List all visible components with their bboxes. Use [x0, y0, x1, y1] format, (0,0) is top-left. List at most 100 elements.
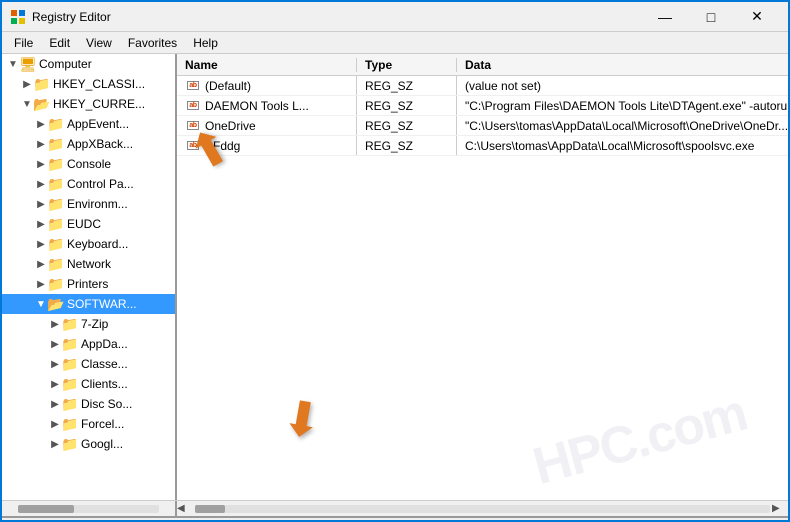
tree-item-googl[interactable]: ▶ 📁 Googl... — [2, 434, 175, 454]
expand-icon: ▶ — [34, 279, 48, 290]
row-data: "C:\Program Files\DAEMON Tools Lite\DTAg… — [457, 96, 788, 115]
window-title: Registry Editor — [32, 10, 642, 24]
right-scroll-right[interactable]: ◀ ▶ — [177, 501, 788, 516]
folder-icon: 📁 — [34, 76, 50, 92]
tree-label: HKEY_CLASSI... — [53, 77, 145, 91]
tree-item-printers[interactable]: ▶ 📁 Printers — [2, 274, 175, 294]
reg-value-icon: ab — [185, 100, 201, 112]
folder-icon: 📁 — [48, 196, 64, 212]
row-name: SFddg — [205, 139, 240, 153]
minimize-button[interactable]: — — [642, 2, 688, 32]
tree-item-hkey-curre[interactable]: ▼ 📂 HKEY_CURRE... — [2, 94, 175, 114]
menu-help[interactable]: Help — [185, 34, 226, 52]
folder-icon: 📁 — [48, 216, 64, 232]
tree-label: HKEY_CURRE... — [53, 97, 145, 111]
tree-item-environm[interactable]: ▶ 📁 Environm... — [2, 194, 175, 214]
row-data: "C:\Users\tomas\AppData\Local\Microsoft\… — [457, 116, 788, 135]
menu-bar: File Edit View Favorites Help — [2, 32, 788, 54]
tree-item-console[interactable]: ▶ 📁 Console — [2, 154, 175, 174]
tree-label: SOFTWAR... — [67, 297, 137, 311]
tree-label: Printers — [67, 277, 108, 291]
tree-item-appevent[interactable]: ▶ 📁 AppEvent... — [2, 114, 175, 134]
folder-icon: 🖥 — [20, 56, 36, 72]
tree-label: EUDC — [67, 217, 101, 231]
folder-icon: 📁 — [62, 416, 78, 432]
tree-item-appxback[interactable]: ▶ 📁 AppXBack... — [2, 134, 175, 154]
tree-item-forcel[interactable]: ▶ 📁 Forcel... — [2, 414, 175, 434]
row-data: (value not set) — [457, 76, 788, 95]
folder-icon: 📁 — [48, 256, 64, 272]
folder-icon: 📁 — [48, 276, 64, 292]
horizontal-scrollbar-area: ◀ ▶ — [2, 500, 788, 516]
tree-panel: ▼ 🖥 Computer ▶ 📁 HKEY_CLASSI... ▼ 📂 HKEY… — [2, 54, 177, 500]
expand-icon: ▶ — [48, 319, 62, 330]
tree-item-7zip[interactable]: ▶ 📁 7-Zip — [2, 314, 175, 334]
folder-icon: 📁 — [48, 116, 64, 132]
tree-item-eudc[interactable]: ▶ 📁 EUDC — [2, 214, 175, 234]
folder-icon: 📁 — [62, 316, 78, 332]
table-row[interactable]: ab (Default) REG_SZ (value not set) — [177, 76, 788, 96]
menu-file[interactable]: File — [6, 34, 41, 52]
close-button[interactable]: ✕ — [734, 2, 780, 32]
title-bar: Registry Editor — □ ✕ — [2, 2, 788, 32]
reg-value-icon: ab — [185, 80, 201, 92]
table-row[interactable]: ab DAEMON Tools L... REG_SZ "C:\Program … — [177, 96, 788, 116]
row-type: REG_SZ — [357, 116, 457, 135]
tree-item-keyboard[interactable]: ▶ 📁 Keyboard... — [2, 234, 175, 254]
tree-item-control-pa[interactable]: ▶ 📁 Control Pa... — [2, 174, 175, 194]
menu-edit[interactable]: Edit — [41, 34, 78, 52]
expand-icon: ▶ — [48, 439, 62, 450]
col-header-name: Name — [177, 58, 357, 72]
expand-icon: ▼ — [6, 59, 20, 70]
folder-icon: 📁 — [48, 136, 64, 152]
folder-icon: 📁 — [62, 396, 78, 412]
row-name: DAEMON Tools L... — [205, 99, 309, 113]
scroll-right-btn[interactable]: ▶ — [772, 503, 788, 514]
table-row[interactable]: ab SFddg REG_SZ C:\Users\tomas\AppData\L… — [177, 136, 788, 156]
table-header: Name Type Data — [177, 54, 788, 76]
scroll-left-btn[interactable]: ◀ — [177, 503, 193, 514]
expand-icon: ▶ — [48, 339, 62, 350]
menu-favorites[interactable]: Favorites — [120, 34, 185, 52]
expand-icon: ▶ — [48, 379, 62, 390]
expand-icon: ▶ — [34, 119, 48, 130]
maximize-button[interactable]: □ — [688, 2, 734, 32]
tree-item-disc-so[interactable]: ▶ 📁 Disc So... — [2, 394, 175, 414]
expand-icon: ▶ — [34, 139, 48, 150]
expand-icon: ▶ — [34, 199, 48, 210]
right-panel: Name Type Data ab (Default) REG_SZ (valu… — [177, 54, 788, 500]
expand-icon: ▼ — [34, 299, 48, 310]
tree-item-clients[interactable]: ▶ 📁 Clients... — [2, 374, 175, 394]
reg-value-icon: ab — [185, 140, 201, 152]
row-data: C:\Users\tomas\AppData\Local\Microsoft\s… — [457, 136, 788, 155]
folder-icon: 📁 — [48, 236, 64, 252]
expand-icon: ▼ — [20, 99, 34, 110]
tree-item-software[interactable]: ▼ 📂 SOFTWAR... — [2, 294, 175, 314]
main-container: ▼ 🖥 Computer ▶ 📁 HKEY_CLASSI... ▼ 📂 HKEY… — [2, 54, 788, 500]
tree-item-appda[interactable]: ▶ 📁 AppDa... — [2, 334, 175, 354]
tree-label: Forcel... — [81, 417, 124, 431]
tree-label: Clients... — [81, 377, 128, 391]
tree-scroll[interactable]: ▼ 🖥 Computer ▶ 📁 HKEY_CLASSI... ▼ 📂 HKEY… — [2, 54, 175, 500]
expand-icon: ▶ — [34, 239, 48, 250]
folder-icon: 📁 — [62, 356, 78, 372]
expand-icon: ▶ — [48, 359, 62, 370]
menu-view[interactable]: View — [78, 34, 120, 52]
tree-label: Console — [67, 157, 111, 171]
tree-label: 7-Zip — [81, 317, 108, 331]
expand-icon: ▶ — [34, 179, 48, 190]
tree-item-network[interactable]: ▶ 📁 Network — [2, 254, 175, 274]
table-row[interactable]: ab OneDrive REG_SZ "C:\Users\tomas\AppDa… — [177, 116, 788, 136]
tree-item-computer[interactable]: ▼ 🖥 Computer — [2, 54, 175, 74]
row-type: REG_SZ — [357, 96, 457, 115]
col-header-type: Type — [357, 58, 457, 72]
tree-label: Keyboard... — [67, 237, 128, 251]
expand-icon: ▶ — [48, 399, 62, 410]
tree-item-classe[interactable]: ▶ 📁 Classe... — [2, 354, 175, 374]
row-name: OneDrive — [205, 119, 256, 133]
folder-open-icon: 📂 — [34, 96, 50, 112]
folder-icon: 📁 — [62, 376, 78, 392]
tree-item-hkey-classi[interactable]: ▶ 📁 HKEY_CLASSI... — [2, 74, 175, 94]
status-bar: Computer\HKEY_CURRENT_USER\SOFTWARE\Micr… — [2, 516, 788, 522]
tree-label: Computer — [39, 57, 92, 71]
